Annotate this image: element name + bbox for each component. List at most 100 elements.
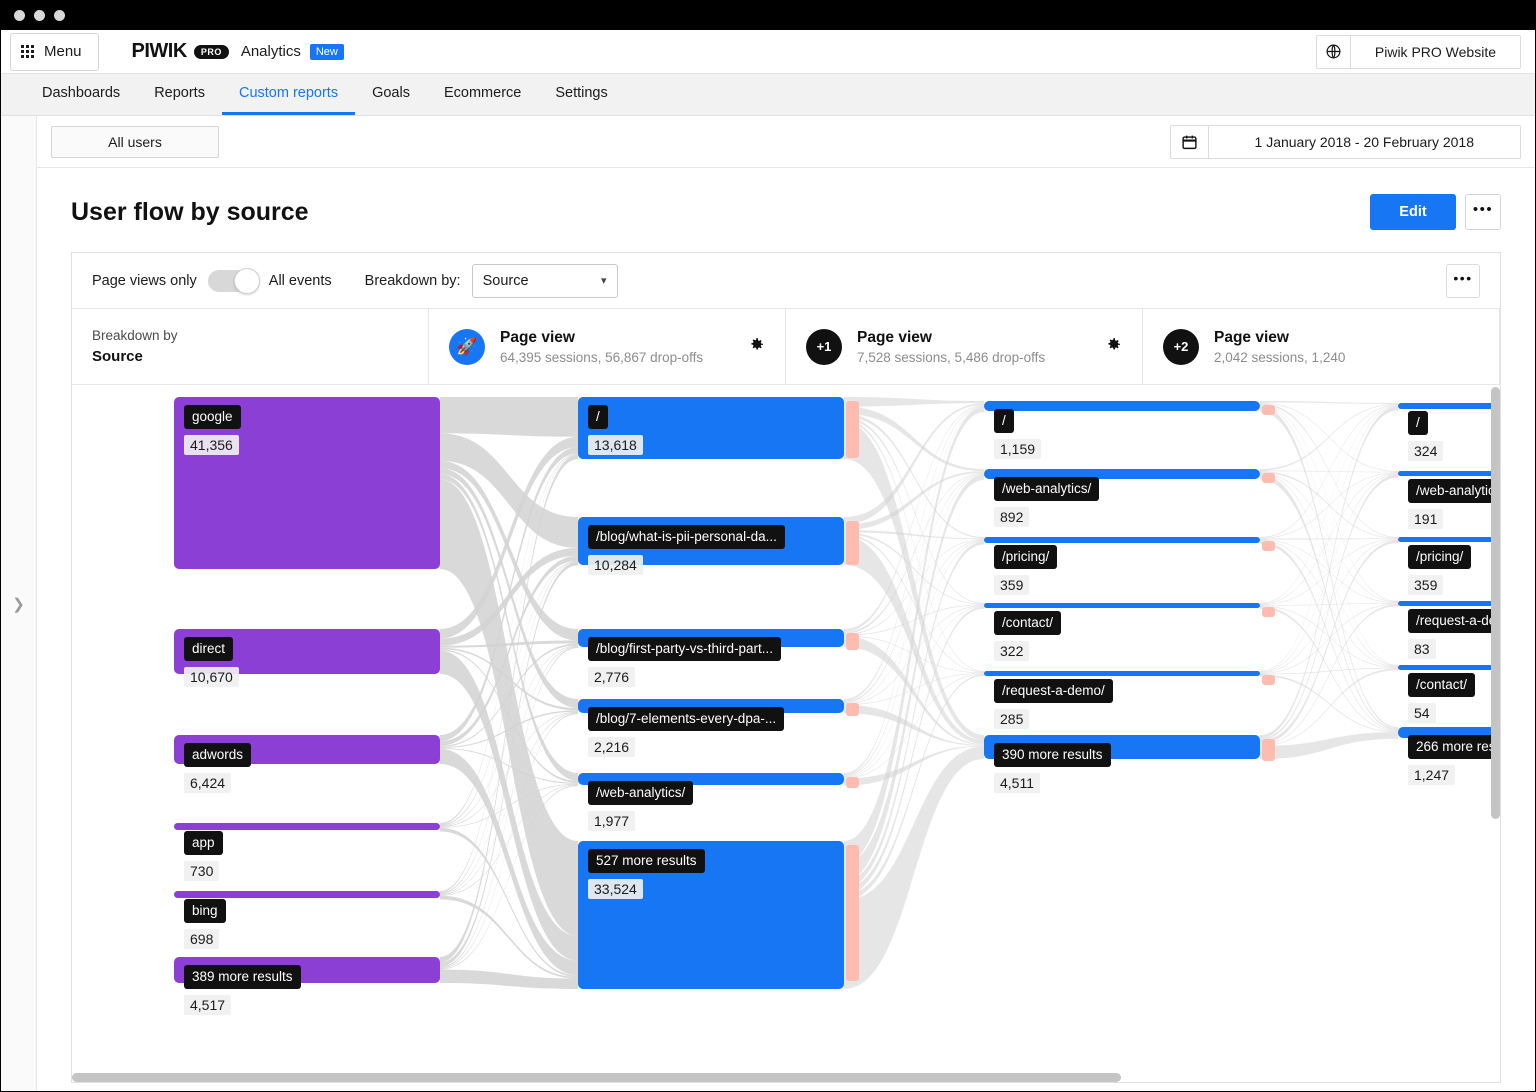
main-nav-tabs: Dashboards Reports Custom reports Goals … <box>1 74 1535 116</box>
flow-node[interactable] <box>984 671 1260 676</box>
gear-icon[interactable] <box>748 336 765 358</box>
flow-ribbon[interactable] <box>1260 406 1398 729</box>
flow-ribbon[interactable] <box>844 530 984 540</box>
flow-node-label: direct <box>184 637 234 661</box>
flow-dropoff-bar[interactable] <box>846 777 859 789</box>
flow-node[interactable] <box>1398 471 1500 476</box>
flow-ribbon[interactable] <box>1260 473 1398 667</box>
flow-node-value: 322 <box>994 641 1030 661</box>
flow-dropoff-bar[interactable] <box>846 521 859 566</box>
flow-ribbon[interactable] <box>440 783 578 828</box>
vertical-scrollbar-thumb[interactable] <box>1491 387 1500 820</box>
nav-tab-ecommerce[interactable]: Ecommerce <box>427 74 538 115</box>
flow-node[interactable] <box>1398 537 1500 542</box>
flow-ribbon[interactable] <box>1260 606 1398 732</box>
flow-dropoff-bar[interactable] <box>846 401 859 459</box>
nav-tab-dashboards[interactable]: Dashboards <box>25 74 137 115</box>
flow-ribbon[interactable] <box>1260 474 1398 730</box>
flow-node-value: 2,216 <box>588 737 636 757</box>
flow-dropoff-bar[interactable] <box>846 633 859 650</box>
flow-node-value: 6,424 <box>184 773 232 793</box>
report-more-button[interactable]: ••• <box>1465 194 1501 230</box>
toggle-right-label: All events <box>268 272 332 289</box>
nav-tab-settings[interactable]: Settings <box>538 74 624 115</box>
step-1-badge: +1 <box>806 328 842 365</box>
globe-icon <box>1317 35 1351 68</box>
flow-ribbon[interactable] <box>1260 472 1398 603</box>
flow-ribbon[interactable] <box>844 406 984 864</box>
flow-ribbon[interactable] <box>1260 603 1398 674</box>
flow-dropoff-bar[interactable] <box>1262 541 1275 551</box>
menu-button[interactable]: Menu <box>10 32 99 71</box>
flow-node[interactable] <box>174 823 440 830</box>
vertical-scrollbar[interactable] <box>1491 385 1500 1082</box>
flow-node-label: /web-analytics/ <box>588 781 694 805</box>
breakdown-select[interactable]: Source ▾ <box>471 263 618 298</box>
chart-more-button[interactable]: ••• <box>1446 263 1480 298</box>
menu-button-label: Menu <box>44 43 82 60</box>
flow-node-value: 324 <box>1408 441 1444 461</box>
flow-dropoff-bar[interactable] <box>1262 739 1275 762</box>
sankey-flow-diagram[interactable]: google 41,356 direct 10,670 adwords 6,424 app 7… <box>72 385 1500 1082</box>
window-close-dot[interactable] <box>14 9 25 21</box>
date-range-label: 1 January 2018 - 20 February 2018 <box>1254 133 1474 150</box>
column-header-step-0: 🚀 Page view 64,395 sessions, 56,867 drop… <box>429 309 786 384</box>
horizontal-scrollbar[interactable] <box>72 1073 1490 1082</box>
flow-node[interactable] <box>1398 403 1500 409</box>
flow-ribbon[interactable] <box>1260 474 1398 741</box>
flow-ribbon[interactable] <box>440 969 578 989</box>
page-title: User flow by source <box>71 197 309 226</box>
flow-node-value: 1,247 <box>1408 765 1456 785</box>
window-maximize-dot[interactable] <box>54 9 65 21</box>
flow-node-label: / <box>1408 411 1428 435</box>
date-range-picker[interactable]: 1 January 2018 - 20 February 2018 <box>1169 124 1521 159</box>
flow-ribbon[interactable] <box>1260 403 1398 471</box>
window-titlebar <box>0 0 1536 30</box>
flow-ribbon[interactable] <box>844 397 984 407</box>
breakdown-label: Breakdown by: <box>364 272 461 289</box>
nav-tab-goals[interactable]: Goals <box>355 74 427 115</box>
flow-ribbon[interactable] <box>1260 674 1398 733</box>
window-minimize-dot[interactable] <box>34 9 45 21</box>
flow-node-label: /web-analytics/ <box>1408 479 1500 503</box>
flow-node[interactable] <box>1398 601 1500 606</box>
flow-ribbon[interactable] <box>1260 605 1398 668</box>
flow-dropoff-bar[interactable] <box>1262 405 1275 415</box>
flow-ribbon[interactable] <box>844 471 984 531</box>
flow-node[interactable] <box>984 401 1260 411</box>
flow-node[interactable] <box>1398 665 1500 670</box>
site-selector[interactable]: Piwik PRO Website <box>1315 34 1521 69</box>
flow-node-value: 83 <box>1408 639 1436 659</box>
flow-node-value: 1,977 <box>588 811 636 831</box>
column-header-breakdown: Breakdown by Source <box>72 309 429 384</box>
flow-dropoff-bar[interactable] <box>1262 607 1275 617</box>
flow-ribbon[interactable] <box>440 397 578 437</box>
flow-node[interactable] <box>984 537 1260 543</box>
edit-button[interactable]: Edit <box>1370 194 1456 230</box>
page-views-toggle[interactable] <box>207 267 260 294</box>
flow-node-label: 527 more results <box>588 849 705 873</box>
flow-dropoff-bar[interactable] <box>1262 473 1275 483</box>
nav-tab-custom-reports[interactable]: Custom reports <box>221 74 356 115</box>
flow-node[interactable] <box>174 891 440 898</box>
flow-dropoff-bar[interactable] <box>846 845 859 982</box>
flow-ribbon[interactable] <box>1260 401 1398 404</box>
flow-dropoff-bar[interactable] <box>846 703 859 716</box>
flow-ribbon[interactable] <box>844 473 984 703</box>
breakdown-select-value: Source <box>482 272 529 289</box>
flow-dropoff-bar[interactable] <box>1262 675 1275 685</box>
flow-node-label: /request-a-demo/ <box>1408 609 1500 633</box>
flow-node-value: 1,159 <box>994 439 1042 459</box>
flow-node[interactable] <box>984 603 1260 608</box>
flow-node-label: /web-analytics/ <box>994 477 1100 501</box>
horizontal-scrollbar-thumb[interactable] <box>72 1073 1122 1082</box>
flow-node-label: / <box>994 409 1014 433</box>
nav-tab-reports[interactable]: Reports <box>137 74 222 115</box>
flow-ribbon[interactable] <box>1260 472 1398 539</box>
segment-selector[interactable]: All users <box>51 125 219 158</box>
new-badge: New <box>309 43 344 60</box>
flow-node-value: 359 <box>994 575 1030 595</box>
expand-sidebar-chevron-icon[interactable]: ❯ <box>12 595 25 613</box>
gear-icon[interactable] <box>1105 336 1122 358</box>
flow-ribbon[interactable] <box>1260 406 1398 739</box>
